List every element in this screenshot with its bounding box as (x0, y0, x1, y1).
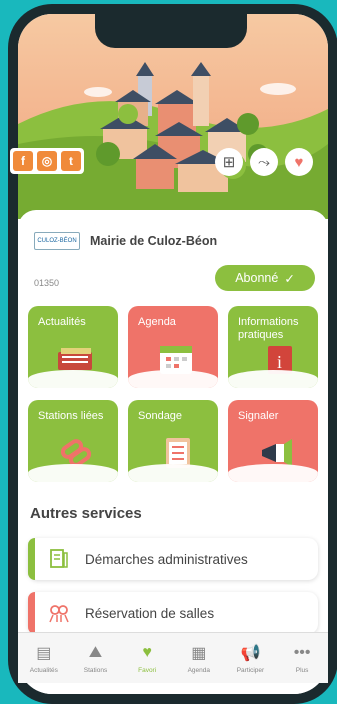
svg-text:i: i (277, 352, 282, 372)
tab-label: Actualités (29, 667, 58, 674)
tile-label: Agenda (138, 316, 176, 328)
heart-icon[interactable]: ♥ (285, 148, 313, 176)
tile-label: Actualités (38, 316, 86, 328)
mairie-header: CULOZ-BÉON Mairie de Culoz-Béon (34, 232, 217, 250)
news-icon: ▤ (36, 645, 52, 662)
qrcode-icon[interactable]: ⊞ (215, 148, 243, 176)
twitter-icon[interactable]: t (61, 151, 81, 171)
check-icon: ✓ (284, 271, 295, 286)
tile-label: Sondage (138, 410, 183, 422)
heart-icon: ♥ (142, 644, 152, 661)
tab-label: Agenda (187, 667, 210, 674)
tab-label: Participer (236, 667, 265, 674)
service-accent (28, 538, 35, 580)
tab-actualites[interactable]: ▤ Actualités (19, 633, 69, 683)
tab-label: Favori (138, 667, 157, 674)
tile-label: Stations liées (38, 410, 104, 422)
mountain-icon: ⛰ (88, 644, 103, 661)
cloud-decoration (128, 370, 218, 388)
more-icon: ••• (293, 644, 311, 661)
cloud-decoration (28, 370, 118, 388)
social-links: f ◎ t (10, 148, 84, 174)
tile-stations-liees[interactable]: Stations liées (28, 400, 118, 482)
tile-label: Signaler (238, 410, 279, 422)
tab-label: Plus (295, 667, 309, 674)
tab-participer[interactable]: 📢 Participer (225, 633, 275, 683)
calendar-icon: ▦ (191, 645, 207, 662)
subscribe-label: Abonné (235, 271, 279, 285)
tab-stations[interactable]: ⛰ Stations (70, 633, 120, 683)
postal-code: 01350 (34, 278, 60, 288)
tab-favori[interactable]: ♥ Favori (122, 633, 172, 683)
tile-sondage[interactable]: Sondage (128, 400, 218, 482)
tile-signaler[interactable]: Signaler (228, 400, 318, 482)
service-accent (28, 592, 35, 634)
tab-label: Stations (83, 667, 108, 674)
tile-label: Informations pratiques (238, 316, 299, 341)
tile-agenda[interactable]: Agenda (128, 306, 218, 388)
service-demarches-administratives[interactable]: Démarches administratives (28, 538, 318, 580)
subscribe-button[interactable]: Abonné ✓ (215, 265, 315, 291)
service-reservation-de-salles[interactable]: Réservation de salles (28, 592, 318, 634)
mairie-name: Mairie de Culoz-Béon (90, 234, 218, 248)
tile-actualites[interactable]: Actualités (28, 306, 118, 388)
facebook-icon[interactable]: f (13, 151, 33, 171)
megaphone-icon: 📢 (240, 645, 261, 662)
tile-informations-pratiques[interactable]: Informations pratiques i (228, 306, 318, 388)
tab-agenda[interactable]: ▦ Agenda (174, 633, 224, 683)
cloud-decoration (228, 370, 318, 388)
bottom-tab-bar: ▤ Actualités ⛰ Stations ♥ Favori ▦ Agend… (18, 632, 328, 683)
tab-plus[interactable]: ••• Plus (277, 633, 327, 683)
cloud-decoration (28, 464, 118, 482)
service-label: Réservation de salles (85, 605, 215, 621)
notch (95, 14, 247, 48)
cloud-decoration (128, 464, 218, 482)
document-icon (50, 549, 68, 568)
autres-services-title: Autres services (30, 505, 142, 522)
service-label: Démarches administratives (85, 551, 248, 567)
people-icon (49, 605, 69, 623)
instagram-icon[interactable]: ◎ (37, 151, 57, 171)
cloud-decoration (228, 464, 318, 482)
mairie-logo: CULOZ-BÉON (34, 232, 80, 250)
share-icon[interactable]: ⤳ (250, 148, 278, 176)
